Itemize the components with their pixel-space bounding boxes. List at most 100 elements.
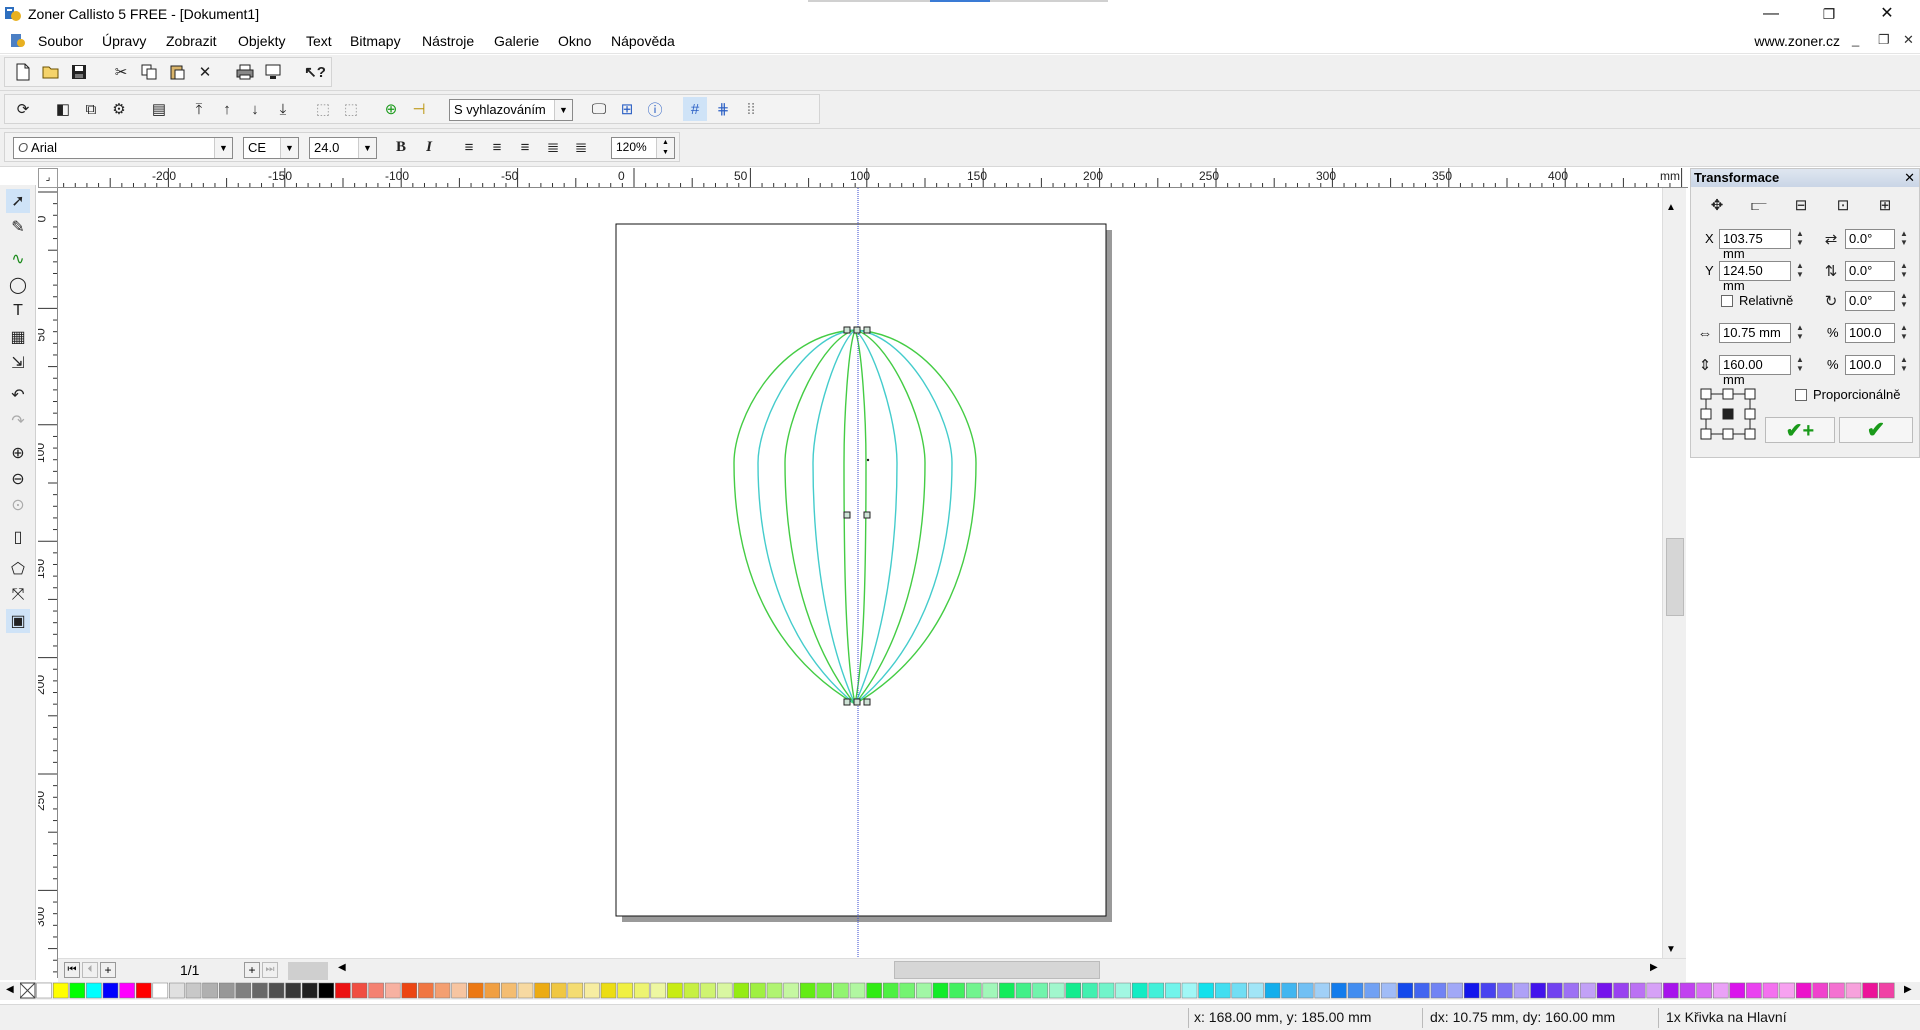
color-swatch[interactable] (1862, 982, 1878, 999)
display-icon[interactable]: 🖵 (587, 97, 611, 121)
bezier-tool-icon[interactable]: ∿ (6, 247, 30, 271)
color-swatch[interactable] (1530, 982, 1546, 999)
color-swatch[interactable] (750, 982, 766, 999)
color-swatch[interactable] (1314, 982, 1331, 999)
color-swatch[interactable] (1497, 982, 1513, 999)
anchor-point-grid[interactable] (1699, 387, 1759, 443)
break-apart-icon[interactable]: ⬚ (339, 97, 363, 121)
bold-button[interactable]: B (389, 135, 413, 159)
color-swatch[interactable] (866, 982, 882, 999)
apply-button[interactable]: ✔ (1839, 417, 1913, 443)
color-swatches[interactable] (20, 982, 1900, 1000)
color-swatch[interactable] (1696, 982, 1712, 999)
select-tool-icon[interactable]: ➚ (6, 189, 30, 213)
color-swatch[interactable] (301, 982, 318, 999)
open-icon[interactable] (39, 60, 63, 84)
color-swatch[interactable] (965, 982, 982, 999)
page-scroll-thumb[interactable] (288, 962, 328, 980)
color-swatch[interactable] (467, 982, 484, 999)
color-swatch[interactable] (1480, 982, 1497, 999)
color-swatch[interactable] (1347, 982, 1364, 999)
italic-button[interactable]: I (417, 135, 441, 159)
scroll-up-icon[interactable]: ▲ (1666, 202, 1676, 213)
width-input[interactable]: 10.75 mm (1719, 323, 1791, 343)
transform-tool-icon[interactable]: ⤧ (6, 583, 30, 607)
text-tool-icon[interactable]: T (6, 299, 30, 323)
move-tab-icon[interactable]: ✥ (1705, 193, 1729, 217)
color-swatch[interactable] (1214, 982, 1231, 999)
color-swatch[interactable] (1364, 982, 1380, 999)
color-swatch[interactable] (268, 982, 285, 999)
color-swatch[interactable] (949, 982, 965, 999)
color-swatch[interactable] (1795, 982, 1812, 999)
color-swatch[interactable] (351, 982, 368, 999)
color-swatch[interactable] (1297, 982, 1314, 999)
mdi-minimize-button[interactable]: _ (1852, 32, 1859, 47)
color-swatch[interactable] (600, 982, 617, 999)
website-link[interactable]: www.zoner.cz (1754, 33, 1840, 49)
relative-checkbox[interactable] (1721, 295, 1733, 307)
color-swatch[interactable] (1845, 982, 1862, 999)
color-swatch[interactable] (86, 982, 102, 999)
menu-text[interactable]: Text (306, 33, 332, 49)
print-preview-icon[interactable] (261, 60, 285, 84)
color-swatch[interactable] (1762, 982, 1779, 999)
color-swatch[interactable] (1596, 982, 1613, 999)
zoom-out-icon[interactable]: ⊖ (6, 467, 30, 491)
last-page-icon[interactable]: ⏭ (262, 962, 278, 978)
color-swatch[interactable] (1663, 982, 1679, 999)
color-swatch[interactable] (1032, 982, 1048, 999)
color-swatch[interactable] (1580, 982, 1596, 999)
horizontal-ruler[interactable]: -200 -150 -100 -50 0 50 100 150 200 250 … (48, 168, 1688, 188)
x-position-input[interactable]: 103.75 mm (1719, 229, 1791, 261)
color-swatch[interactable] (1198, 982, 1214, 999)
color-swatch[interactable] (285, 982, 301, 999)
color-swatch[interactable] (368, 982, 384, 999)
color-swatch[interactable] (716, 982, 733, 999)
color-swatch[interactable] (1281, 982, 1297, 999)
color-swatch[interactable] (1712, 982, 1729, 999)
align-justify-icon[interactable]: ≣ (541, 135, 565, 159)
color-swatch[interactable] (418, 982, 434, 999)
group-icon[interactable]: ⧉ (79, 97, 103, 121)
new-icon[interactable] (11, 60, 35, 84)
scale-height-spin-icon[interactable]: ▲ ▼ (1897, 355, 1911, 375)
menu-bitmapy[interactable]: Bitmapy (350, 33, 401, 49)
color-swatch[interactable] (252, 982, 268, 999)
color-swatch[interactable] (1397, 982, 1414, 999)
menu-nastroje[interactable]: Nástroje (422, 33, 474, 49)
panel-close-icon[interactable]: ✕ (1904, 169, 1915, 187)
context-help-icon[interactable]: ↖? (303, 60, 327, 84)
color-swatch[interactable] (484, 982, 501, 999)
color-swatch[interactable] (235, 982, 252, 999)
rotation-spin-icon[interactable]: ▲ ▼ (1897, 291, 1911, 311)
color-swatch[interactable] (1463, 982, 1480, 999)
menu-okno[interactable]: Okno (558, 33, 591, 49)
dotted-grid-icon[interactable]: ⁞⁞ (739, 97, 763, 121)
color-swatch[interactable] (451, 982, 467, 999)
vertical-ruler[interactable]: 0 50 100 150 200 250 300 (38, 188, 58, 978)
color-swatch[interactable] (69, 982, 86, 999)
color-swatch[interactable] (517, 982, 534, 999)
color-swatch[interactable] (1746, 982, 1762, 999)
color-swatch[interactable] (152, 982, 169, 999)
height-spin-icon[interactable]: ▲ ▼ (1793, 355, 1807, 375)
align-right-icon[interactable]: ≡ (513, 135, 537, 159)
save-icon[interactable] (67, 60, 91, 84)
color-swatch[interactable] (384, 982, 401, 999)
color-swatch[interactable] (584, 982, 600, 999)
scroll-right-icon[interactable]: ▶ (1650, 962, 1658, 973)
copy-icon[interactable] (137, 60, 161, 84)
color-swatch[interactable] (401, 982, 418, 999)
scroll-down-icon[interactable]: ▼ (1666, 944, 1676, 955)
ruler-origin-icon[interactable]: ⌟ (38, 168, 58, 188)
color-swatch[interactable] (1148, 982, 1165, 999)
color-swatch[interactable] (119, 982, 135, 999)
document-icon[interactable] (10, 33, 26, 49)
layers-icon[interactable]: ⊞ (615, 97, 639, 121)
print-icon[interactable] (233, 60, 257, 84)
color-swatch[interactable] (102, 982, 119, 999)
send-to-back-icon[interactable]: ⤓ (271, 97, 295, 121)
color-swatch[interactable] (1048, 982, 1065, 999)
color-swatch[interactable] (434, 982, 451, 999)
